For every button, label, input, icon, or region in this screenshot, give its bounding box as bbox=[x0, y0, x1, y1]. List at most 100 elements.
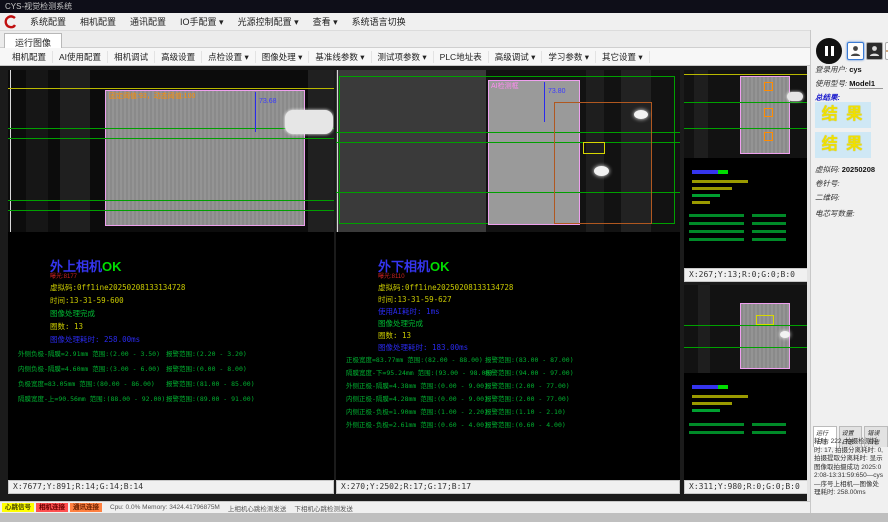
camera-image-small-bottom bbox=[684, 285, 808, 373]
measurement-text: 内侧正极-负极=1.90mm 范围:(1.00 - 2.20) bbox=[346, 406, 488, 416]
vcode-field: 虚拟码: 20250208 bbox=[815, 164, 886, 175]
image-stripe bbox=[694, 70, 708, 158]
measurement-row: 内侧正极-负极=1.90mm 范围:(1.00 - 2.20) 报警范围:(1.… bbox=[336, 406, 680, 417]
tool-learning-params[interactable]: 学习参数 ▾ bbox=[542, 51, 596, 63]
elapsed-line: 图像处理耗时: 183.00ms bbox=[378, 342, 468, 353]
mini-measure-line bbox=[752, 423, 786, 426]
menu-item-io-config[interactable]: IO手配置 ▾ bbox=[173, 15, 231, 28]
vcode-value: 20250208 bbox=[842, 165, 875, 174]
process-done-line: 图像处理完成 bbox=[378, 318, 423, 329]
mini-text-line bbox=[692, 402, 732, 405]
image-edge-line bbox=[10, 70, 11, 232]
tool-camera-debug[interactable]: 相机调试 bbox=[108, 51, 155, 63]
tab-strip: 运行图像 bbox=[0, 31, 888, 48]
toolbar: 相机配置 AI使用配置 相机调试 高级设置 点检设置 ▾ 图像处理 ▾ 基准线参… bbox=[0, 48, 888, 66]
yellow-reference-line bbox=[684, 74, 808, 75]
heartbeat-status-badge: 心跳信号 bbox=[2, 503, 34, 512]
menu-item-language-switch[interactable]: 系统语言切换 bbox=[345, 15, 413, 28]
camera-view-upper-outer[interactable]: 73.68 固定阈值:93，动态阈值:100 外上相机OK 曝光:8177 虚拟… bbox=[8, 70, 334, 494]
process-done-line: 图像处理完成 bbox=[50, 308, 95, 319]
mini-text-line bbox=[692, 201, 710, 204]
mini-ok-text bbox=[718, 170, 728, 174]
menu-item-camera-config[interactable]: 相机配置 bbox=[73, 15, 123, 28]
tool-advanced-settings[interactable]: 高级设置 bbox=[155, 51, 202, 63]
admin-button[interactable] bbox=[866, 42, 883, 60]
green-measure-line bbox=[8, 200, 334, 201]
measurement-alarm: 报警范围:(89.00 - 91.00) bbox=[166, 393, 255, 403]
measurement-row: 外侧负极-隔膜=2.91mm 范围:(2.00 - 3.50) 报警范围:(2.… bbox=[8, 348, 334, 359]
window-title: CYS-视觉检测系统 bbox=[5, 2, 72, 11]
mini-ok-text bbox=[718, 385, 728, 389]
camera-view-lower-outer[interactable]: AI检测框 73.80 外下相机OK 曝光:8110 虚拟码:0ff1ine20… bbox=[336, 70, 680, 494]
tool-baseline-params[interactable]: 基准线参数 ▾ bbox=[309, 51, 371, 63]
log-output[interactable]: 耗时: 222, 拍摄检测耗时: 17, 拍摄分离耗时: 0, 拍摄提取分离耗时… bbox=[814, 438, 885, 516]
menu-bar: 系统配置 相机配置 通讯配置 IO手配置 ▾ 光源控制配置 ▾ 查看 ▾ 系统语… bbox=[0, 13, 888, 31]
bright-spot bbox=[780, 331, 790, 338]
measurement-row: 隔膜宽度-下=95.24mm 范围:(93.00 - 98.00) 报警范围:(… bbox=[336, 367, 680, 378]
camera-canvas-small-bottom[interactable] bbox=[684, 285, 808, 480]
tool-plc-address-table[interactable]: PLC地址表 bbox=[434, 51, 489, 63]
control-panel: 登录用户: cys 使用型号: Model1 总结果: 结 果 结 果 虚拟码:… bbox=[810, 30, 888, 522]
barcode-line: 虚拟码:0ff1ine20250208133134728 bbox=[378, 282, 513, 293]
login-user-label: 登录用户: bbox=[815, 65, 847, 74]
user-button[interactable] bbox=[847, 42, 864, 60]
camera-view-small-bottom[interactable]: X:311;Y:980;R:0;G:0;B:0 bbox=[684, 285, 808, 494]
measurement-alarm: 报警范围:(94.00 - 97.00) bbox=[485, 367, 574, 377]
mini-measure-line bbox=[689, 230, 744, 233]
mini-measure-line bbox=[752, 431, 786, 434]
camera-canvas-small-top[interactable] bbox=[684, 70, 808, 268]
qr-label: 二维码: bbox=[815, 193, 840, 202]
camera-canvas-right[interactable]: AI检测框 73.80 外下相机OK 曝光:8110 虚拟码:0ff1ine20… bbox=[336, 70, 680, 480]
yellow-reference-line bbox=[8, 88, 334, 89]
result-box-1: 结 果 bbox=[815, 102, 871, 128]
pause-button[interactable] bbox=[816, 38, 842, 64]
threshold-overlay-label: 固定阈值:93，动态阈值:100 bbox=[109, 91, 195, 101]
measurement-alarm: 报警范围:(2.20 - 3.20) bbox=[166, 348, 247, 358]
tool-test-item-params[interactable]: 测试项参数 ▾ bbox=[372, 51, 434, 63]
result-ok-label: OK bbox=[102, 259, 122, 274]
yellow-roi-rect bbox=[583, 142, 605, 154]
blue-measure-bracket bbox=[255, 92, 256, 132]
menu-item-system-config[interactable]: 系统配置 bbox=[23, 15, 73, 28]
measurement-row: 外侧正极-负极=2.61mm 范围:(0.60 - 4.00) 报警范围:(0.… bbox=[336, 419, 680, 430]
green-measure-line bbox=[684, 128, 808, 129]
mini-text-line bbox=[692, 187, 732, 190]
image-edge-line bbox=[337, 70, 338, 232]
camera-canvas-left[interactable]: 73.68 固定阈值:93，动态阈值:100 外上相机OK 曝光:8177 虚拟… bbox=[8, 70, 334, 480]
camera-view-small-top[interactable]: X:267;Y:13;R:0;G:0;B:0 bbox=[684, 70, 808, 282]
tool-ai-usage-config[interactable]: AI使用配置 bbox=[53, 51, 108, 63]
menu-item-light-control-config[interactable]: 光源控制配置 ▾ bbox=[231, 15, 306, 28]
image-stripe bbox=[308, 70, 334, 232]
electrode-region bbox=[105, 90, 305, 226]
tool-image-processing[interactable]: 图像处理 ▾ bbox=[256, 51, 310, 63]
window-footer-strip bbox=[0, 513, 888, 522]
tool-camera-config[interactable]: 相机配置 bbox=[6, 51, 53, 63]
exposure-label: 曝光:8177 bbox=[50, 271, 77, 280]
tab-connector-blob bbox=[285, 110, 333, 134]
mini-measure-line bbox=[689, 214, 744, 217]
upper-camera-heartbeat-msg: 上相机心跳检测发送 bbox=[228, 503, 287, 513]
measurement-alarm: 报警范围:(2.00 - 77.00) bbox=[485, 380, 570, 390]
model-field: 使用型号: Model1 bbox=[815, 78, 886, 89]
model-label: 使用型号: bbox=[815, 79, 847, 88]
measurement-text: 内侧负极-隔膜=4.60mm 范围:(3.00 - 6.00) bbox=[18, 363, 160, 373]
window-titlebar: CYS-视觉检测系统 bbox=[0, 0, 888, 13]
vcode-label: 虚拟码: bbox=[815, 165, 840, 174]
menu-item-view[interactable]: 查看 ▾ bbox=[306, 15, 345, 28]
admin-icon bbox=[869, 45, 880, 57]
tool-advanced-debug[interactable]: 高级调试 ▾ bbox=[489, 51, 543, 63]
menu-item-comm-config[interactable]: 通讯配置 bbox=[123, 15, 173, 28]
measurement-text: 外侧正极-负极=2.61mm 范围:(0.60 - 4.00) bbox=[346, 419, 488, 429]
measurement-alarm: 报警范围:(81.00 - 85.00) bbox=[166, 378, 255, 388]
blue-measure-bracket bbox=[544, 82, 545, 122]
orange-marker bbox=[764, 108, 773, 117]
mini-text-line bbox=[692, 180, 748, 183]
turns-line: 圈数: 13 bbox=[50, 321, 83, 332]
tool-spot-check-settings[interactable]: 点检设置 ▾ bbox=[202, 51, 256, 63]
model-value[interactable]: Model1 bbox=[849, 79, 883, 89]
login-user-field: 登录用户: cys bbox=[815, 64, 886, 75]
comm-connect-badge: 通讯连接 bbox=[70, 503, 102, 512]
app-status-bar: 心跳信号 相机连接 通讯连接 Cpu: 0.0% Memory: 3424.41… bbox=[0, 501, 810, 513]
measurement-row: 内侧正极-隔膜=4.28mm 范围:(0.00 - 9.00) 报警范围:(2.… bbox=[336, 393, 680, 404]
tool-other-settings[interactable]: 其它设置 ▾ bbox=[596, 51, 650, 63]
